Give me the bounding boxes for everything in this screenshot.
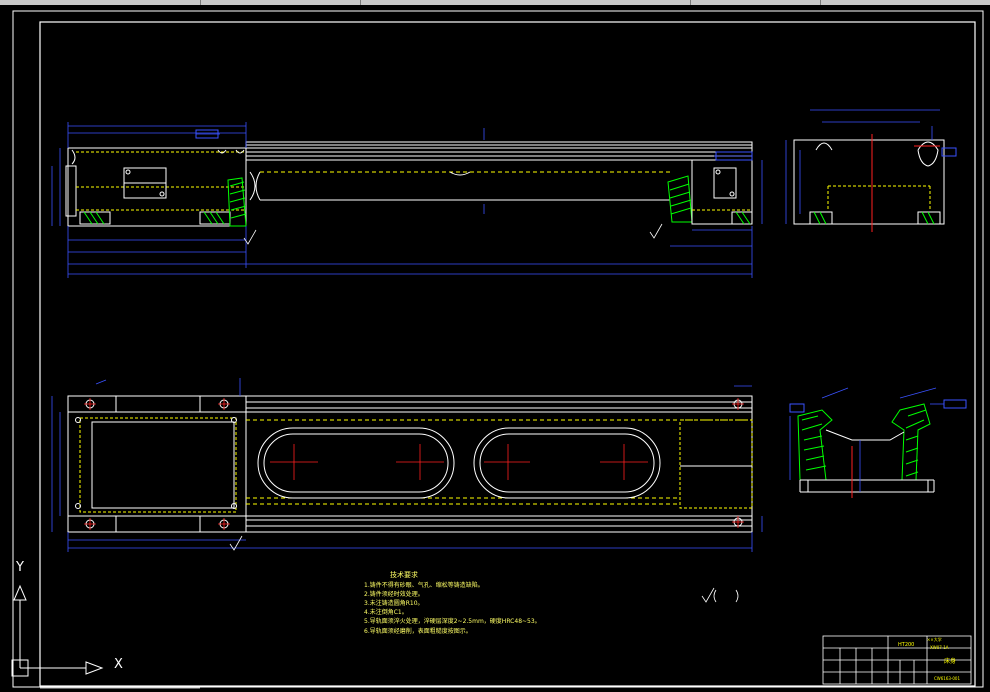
technical-note-line: 2.铸件须经时效处理。 [364,591,424,598]
technical-note-line: 3.未注铸造圆角R10。 [364,600,424,607]
ucs-y-label: Y [16,560,24,575]
top-view[interactable] [51,378,763,552]
technical-notes-title: 技术要求 [390,571,418,579]
technical-note-line: 5.导轨面须淬火处理，淬硬层深度2~2.5mm，硬度HRC48~53。 [364,618,541,625]
ucs-icon [11,584,104,677]
title-block-material: HT200 [898,642,915,648]
bed-rail-top [245,141,753,153]
title-block-code: XW07-1A [930,645,949,650]
roughness-marks [229,223,739,603]
bed-plan [245,395,753,533]
oblong-slot-left [257,427,455,499]
sheet-outer-border [12,10,984,688]
technical-note-line: 1.铸件不得有砂眼、气孔、缩松等铸造缺陷。 [364,582,484,589]
side-view-outline [793,139,945,225]
cad-drawing-canvas[interactable] [0,5,990,692]
technical-note-line: 6.导轨面须经磨削，表面粗糙度按图示。 [364,628,472,635]
title-block-drawing-number: CW6163-001 [934,676,961,681]
technical-note-line: 4.未注倒角C1。 [364,609,408,616]
front-view[interactable] [51,122,763,278]
oblong-slot-right [473,427,661,499]
title-block-school: ××大学 [927,637,942,642]
side-view-dimensions [785,109,940,224]
title-block-part-name: 床身 [944,658,957,665]
section-view[interactable] [789,387,967,498]
ucs-x-label: X [114,657,123,672]
side-view[interactable] [785,109,957,232]
section-left-wall [797,409,833,481]
